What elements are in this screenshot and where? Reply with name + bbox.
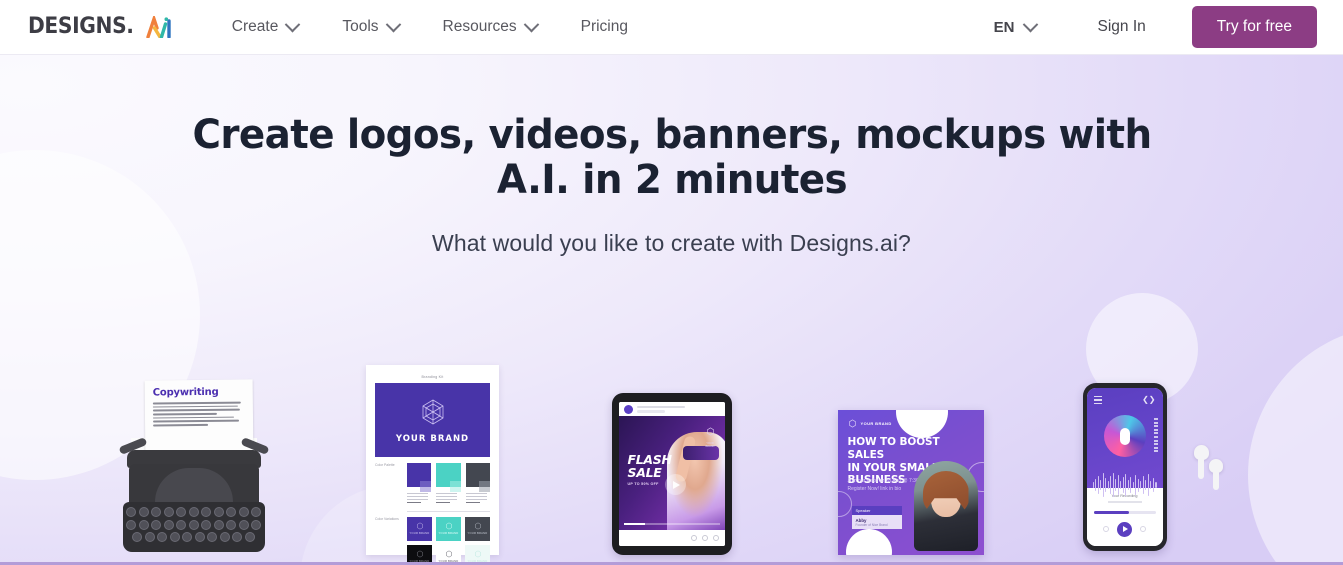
nav-item-resources[interactable]: Resources [421, 12, 559, 42]
audio-waveform [1092, 472, 1157, 498]
logo-variations-section: Color Variations YOUR BRAND YOUR BRAND Y… [375, 516, 490, 565]
ai-logo-mark [146, 16, 171, 38]
speaker-role: Founder of Nice Brand [855, 522, 888, 527]
branding-kit-illustration: Branding Kit YOUR BRAND Color Palette Co… [366, 360, 499, 565]
nav-label-pricing: Pricing [580, 18, 628, 35]
category-card-voiceover[interactable]: ❮❯ Your Recording [1070, 360, 1230, 565]
copywriting-page: Copywriting [144, 379, 253, 457]
level-meter [1153, 418, 1158, 453]
site-logo[interactable]: DESIGNS. [28, 16, 174, 38]
logo-variations-label: Color Variations [375, 516, 399, 521]
swatch-group [407, 463, 432, 505]
typewriter-keyboard [122, 502, 265, 552]
brand-hero-block: YOUR BRAND [375, 383, 490, 457]
action-icon [712, 535, 719, 541]
chevron-down-icon [385, 16, 401, 32]
color-swatch [407, 463, 432, 492]
voiceover-illustration: ❮❯ Your Recording [1075, 360, 1225, 555]
category-card-row: Copywriting Branding Kit YOUR BRAND Colo… [0, 360, 1343, 565]
logo-variation: YOUR BRAND [436, 516, 461, 541]
play-button[interactable] [1117, 521, 1132, 537]
decorative-ring [837, 491, 852, 517]
branding-kit-title: Branding Kit [421, 374, 444, 379]
brand-name-text: YOUR BRAND [395, 433, 470, 444]
chevron-down-icon [285, 16, 301, 32]
video-subtext: UP TO 50% OFF [627, 482, 659, 486]
language-label: EN [993, 18, 1015, 36]
copywriting-title: Copywriting [152, 386, 219, 399]
microphone-icon [1119, 427, 1130, 445]
post-header-bar [618, 402, 725, 416]
video-brand-mark: YOUR BRAND [702, 423, 719, 448]
decorative-circle [895, 410, 948, 438]
action-icon [701, 535, 708, 541]
category-card-logo[interactable]: Branding Kit YOUR BRAND Color Palette Co… [353, 360, 513, 565]
hero-subtitle: What would you like to create with Desig… [432, 229, 911, 256]
avatar [623, 404, 633, 414]
hero-section: Create logos, videos, banners, mockups w… [0, 55, 1343, 565]
sign-in-link[interactable]: Sign In [1078, 12, 1166, 42]
speaker-photo [913, 461, 978, 551]
speaker-label: Speaker [851, 506, 902, 515]
brand-polygon-icon [422, 399, 443, 424]
forward-button[interactable] [1140, 526, 1146, 533]
action-icon [690, 535, 697, 541]
typewriter-illustration: Copywriting [118, 360, 269, 555]
nav-label-resources: Resources [442, 18, 517, 35]
video-progress-bar[interactable] [623, 523, 720, 525]
player-controls [1103, 521, 1146, 537]
sign-in-label: Sign In [1097, 18, 1146, 35]
social-post-illustration: YOUR BRAND HOW TO BOOST SALES IN YOUR SM… [837, 360, 984, 555]
page-title: Create logos, videos, banners, mockups w… [191, 112, 1152, 203]
microphone-disc [1103, 415, 1146, 457]
decorative-circle [845, 529, 892, 555]
top-navbar: DESIGNS. Create Tools Resources Pricing … [0, 0, 1343, 55]
play-button[interactable] [664, 474, 686, 495]
color-palette-label: Color Palette [375, 463, 395, 467]
logo-wordmark: DESIGNS. [28, 14, 134, 39]
video-frame: FLASH SALE UP TO 50% OFF YOUR BRAND [618, 416, 725, 530]
nav-label-tools: Tools [342, 18, 379, 35]
branding-kit-header: Branding Kit [371, 370, 494, 383]
designs-ai-landing-page: DESIGNS. Create Tools Resources Pricing … [0, 0, 1343, 565]
chevron-down-icon [1022, 16, 1038, 32]
earbud-icon [1208, 459, 1223, 490]
logo-variation: YOUR BRAND [465, 516, 490, 541]
speaker-card: Speaker Abby Founder of Nice Brand [851, 506, 902, 529]
video-headline: FLASH SALE [627, 452, 672, 480]
language-selector[interactable]: EN [980, 13, 1050, 42]
social-brand-mark: YOUR BRAND [848, 419, 892, 428]
tablet-illustration: FLASH SALE UP TO 50% OFF YOUR BRAND [611, 360, 732, 555]
post-footer-bar [618, 530, 725, 546]
nav-item-pricing[interactable]: Pricing [559, 12, 650, 42]
primary-nav: Create Tools Resources Pricing [232, 12, 650, 42]
rewind-button[interactable] [1103, 526, 1109, 533]
hero-copy: Create logos, videos, banners, mockups w… [0, 55, 1343, 257]
navbar-right-group: EN Sign In Try for free [980, 6, 1317, 48]
vr-headset [682, 446, 719, 460]
color-swatch [436, 463, 461, 492]
category-card-video[interactable]: FLASH SALE UP TO 50% OFF YOUR BRAND [592, 360, 752, 565]
category-card-text[interactable]: Copywriting [114, 360, 274, 565]
nav-item-tools[interactable]: Tools [320, 12, 420, 42]
color-swatch [465, 463, 490, 492]
recorder-screen: ❮❯ [1086, 388, 1163, 498]
playback-progress[interactable] [1093, 510, 1156, 514]
nav-label-create: Create [231, 18, 279, 35]
swatch-group [436, 463, 461, 505]
earbud-icon [1193, 445, 1209, 479]
swatch-group [465, 463, 490, 505]
category-card-social-media[interactable]: YOUR BRAND HOW TO BOOST SALES IN YOUR SM… [831, 360, 991, 565]
hamburger-menu-icon[interactable] [1093, 396, 1102, 406]
chevron-down-icon [523, 16, 539, 32]
try-for-free-button[interactable]: Try for free [1191, 6, 1317, 48]
nav-item-create[interactable]: Create [232, 12, 321, 42]
color-palette-section: Color Palette [375, 463, 490, 505]
share-icon[interactable]: ❮❯ [1142, 396, 1155, 404]
logo-variation: YOUR BRAND [407, 516, 432, 541]
